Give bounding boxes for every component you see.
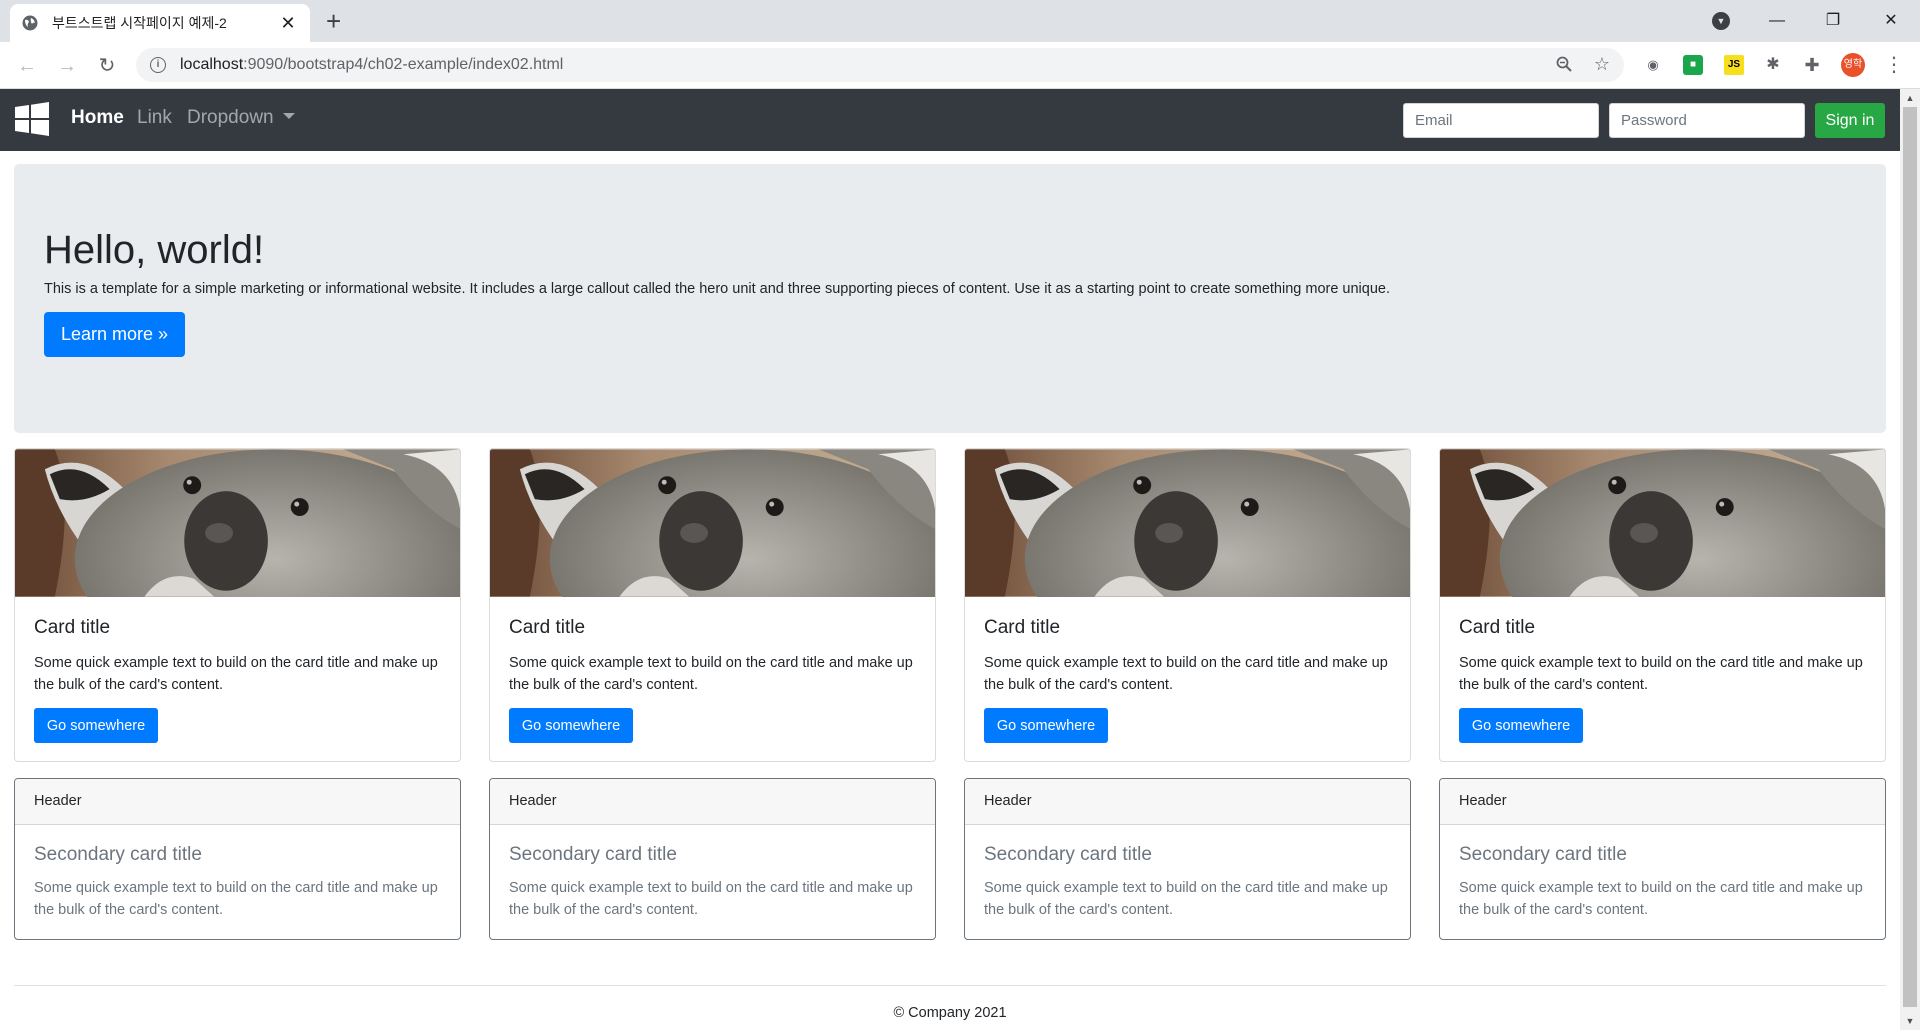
navbar: Home Link Dropdown Sign in [0,89,1900,151]
url-host: localhost [180,56,244,73]
bug-icon[interactable]: ✱ [1763,55,1783,75]
secondary-card-text: Some quick example text to build on the … [984,880,1388,918]
secondary-card: Header Secondary card title Some quick e… [14,778,461,940]
secondary-card-text: Some quick example text to build on the … [1459,880,1863,918]
go-somewhere-button[interactable]: Go somewhere [34,708,158,743]
footer-text: © Company 2021 [893,1005,1007,1021]
email-input[interactable] [1403,103,1599,138]
close-window-button[interactable]: ✕ [1876,6,1906,36]
card-title: Card title [34,617,111,638]
minimize-button[interactable]: — [1762,6,1792,36]
card-title: Card title [1459,617,1536,638]
windows-logo-icon[interactable] [15,102,49,136]
back-arrow-icon[interactable]: ← [12,51,42,81]
globe-icon [22,15,38,31]
footer-divider [14,985,1886,986]
page-scrollbar[interactable]: ▲ ▼ [1900,89,1920,1030]
js-icon[interactable]: JS [1724,55,1744,75]
card-text: Some quick example text to build on the … [984,655,1388,693]
green-ext-icon[interactable]: ■ [1683,55,1703,75]
info-icon[interactable]: i [150,57,166,73]
forward-arrow-icon[interactable]: → [52,51,82,81]
password-input[interactable] [1609,103,1805,138]
jumbotron: Hello, world! This is a template for a s… [14,164,1886,433]
nav-dropdown[interactable]: Dropdown [187,106,295,130]
secondary-card-title: Secondary card title [1459,844,1627,865]
card-text: Some quick example text to build on the … [509,655,913,693]
go-somewhere-button[interactable]: Go somewhere [984,708,1108,743]
tab-search-icon[interactable]: ▼ [1712,12,1730,30]
koala-image [490,449,935,597]
card-header: Header [1440,779,1885,825]
menu-dots-icon[interactable]: ⋮ [1884,52,1904,77]
sign-in-button[interactable]: Sign in [1815,103,1885,138]
scroll-up-arrow-icon[interactable]: ▲ [1900,89,1920,107]
koala-image [15,449,460,597]
tab-strip: 부트스트랩 시작페이지 예제-2 ✕ + ▼ — ❐ ✕ [0,0,1920,42]
nav-link-link[interactable]: Link [137,106,172,130]
card-text: Some quick example text to build on the … [34,655,438,693]
restore-button[interactable]: ❐ [1818,6,1848,36]
koala-image [965,449,1410,597]
profile-avatar[interactable]: 영학 [1841,53,1865,77]
tab-title: 부트스트랩 시작페이지 예제-2 [52,15,227,31]
new-tab-button[interactable]: + [326,7,341,35]
url-path: :9090/bootstrap4/ch02-example/index02.ht… [243,56,564,73]
zoom-icon[interactable] [1556,56,1572,77]
card-title: Card title [509,617,586,638]
card-text: Some quick example text to build on the … [1459,655,1863,693]
card: Card title Some quick example text to bu… [14,448,461,762]
jumbotron-text: This is a template for a simple marketin… [44,281,1391,297]
secondary-card-text: Some quick example text to build on the … [34,880,438,918]
caret-down-icon [282,112,295,119]
card-title: Card title [984,617,1061,638]
close-tab-icon[interactable]: ✕ [278,13,298,34]
secondary-card: Header Secondary card title Some quick e… [1439,778,1886,940]
bookmark-star-icon[interactable]: ☆ [1594,54,1610,75]
browser-tab[interactable]: 부트스트랩 시작페이지 예제-2 ✕ [10,4,310,42]
secondary-card-text: Some quick example text to build on the … [509,880,913,918]
secondary-card-title: Secondary card title [984,844,1152,865]
address-bar[interactable]: i localhost:9090/bootstrap4/ch02-example… [136,48,1624,82]
go-somewhere-button[interactable]: Go somewhere [1459,708,1583,743]
card-header: Header [15,779,460,825]
koala-image [1440,449,1885,597]
secondary-card-title: Secondary card title [34,844,202,865]
page-viewport: Home Link Dropdown Sign in Hello, world!… [0,89,1900,1030]
ghost-icon[interactable]: ◉ [1643,55,1663,75]
nav-link-home[interactable]: Home [71,106,124,130]
nav-dropdown-label: Dropdown [187,107,274,128]
reload-icon[interactable]: ↻ [92,51,122,81]
secondary-card: Header Secondary card title Some quick e… [964,778,1411,940]
card: Card title Some quick example text to bu… [964,448,1411,762]
card-header: Header [490,779,935,825]
scroll-down-arrow-icon[interactable]: ▼ [1900,1012,1920,1030]
secondary-card-title: Secondary card title [509,844,677,865]
card: Card title Some quick example text to bu… [1439,448,1886,762]
secondary-card: Header Secondary card title Some quick e… [489,778,936,940]
learn-more-button[interactable]: Learn more » [44,312,185,357]
puzzle-icon[interactable]: ✚ [1802,55,1822,75]
card-header: Header [965,779,1410,825]
jumbotron-heading: Hello, world! [44,228,265,272]
card: Card title Some quick example text to bu… [489,448,936,762]
go-somewhere-button[interactable]: Go somewhere [509,708,633,743]
browser-toolbar: ← → ↻ i localhost:9090/bootstrap4/ch02-e… [0,42,1920,89]
scrollbar-thumb[interactable] [1903,107,1917,1007]
